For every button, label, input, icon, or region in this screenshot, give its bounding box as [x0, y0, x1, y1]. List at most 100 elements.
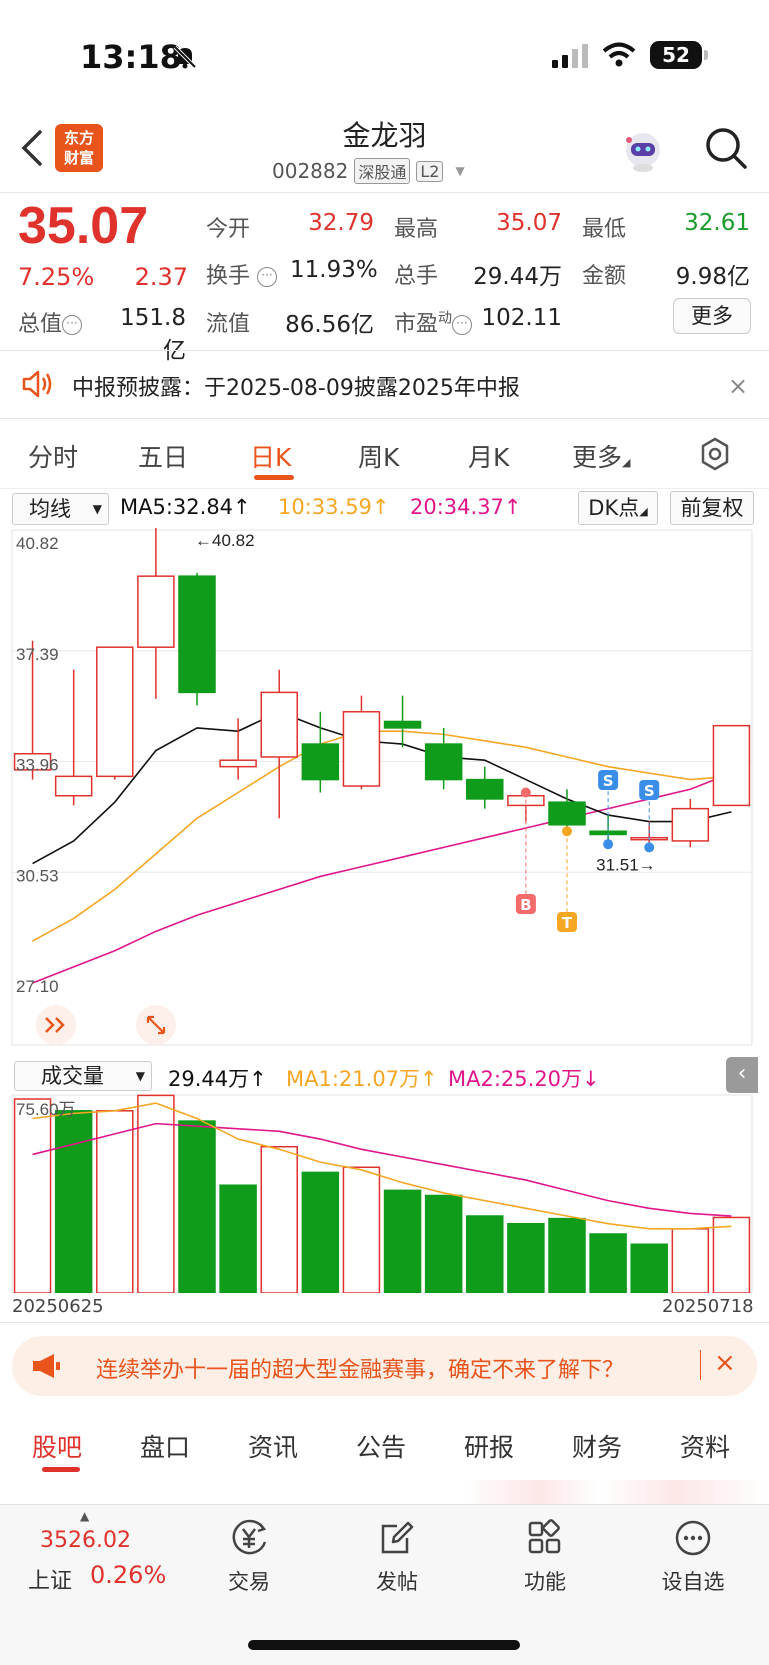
info-dots-icon[interactable]: ··· [257, 267, 278, 287]
divider [0, 350, 769, 351]
ma20-line [32, 772, 732, 984]
yen-circle-icon [232, 1519, 267, 1555]
take-signal-dot [562, 826, 572, 837]
tab-finance[interactable]: 财务 [572, 1428, 622, 1464]
volume-bar [178, 1120, 216, 1293]
float-value: 86.56亿 [285, 312, 374, 338]
stock-code-row[interactable]: 002882 深股通 L2 ▼ [272, 158, 465, 184]
dk-point-select[interactable]: DK点◢ [578, 491, 658, 525]
volume-bar [589, 1233, 627, 1293]
robot-assistant-icon[interactable] [620, 128, 666, 174]
nav-functions-label: 功能 [524, 1570, 566, 1594]
candle-body [342, 711, 381, 787]
legend-ma20: 20:34.37↑ [410, 495, 522, 519]
legend-ma10: 10:33.59↑ [278, 495, 390, 519]
edit-icon [381, 1521, 414, 1554]
candle-body [671, 807, 710, 842]
y-tick-label: 37.39 [16, 645, 59, 664]
turnover-label: 换手 ··· [206, 258, 278, 290]
divider [0, 192, 769, 193]
tab-pankou[interactable]: 盘口 [140, 1428, 190, 1464]
low-value: 32.61 [684, 210, 750, 236]
low-label: 最低 [582, 217, 627, 242]
info-dots-icon[interactable]: ··· [452, 315, 473, 335]
volume-bar [466, 1215, 504, 1293]
tab-five-day[interactable]: 五日 [138, 438, 188, 474]
sell-signal-dot [644, 842, 655, 853]
nav-functions[interactable]: 功能 [500, 1518, 590, 1596]
info-dots-icon[interactable]: ··· [62, 315, 83, 335]
tab-news[interactable]: 资讯 [248, 1428, 298, 1464]
apps-grid-icon [528, 1519, 561, 1554]
tab-underline [254, 475, 294, 480]
tag-shenguotong: 深股通 [354, 158, 411, 184]
ma10-line [32, 730, 732, 942]
search-icon[interactable] [704, 126, 748, 170]
tab-day-k[interactable]: 日K [250, 438, 291, 474]
open-value: 32.79 [308, 210, 374, 236]
speaker-icon [22, 370, 52, 398]
notice-close-icon[interactable]: × [728, 372, 748, 400]
candle-body [301, 743, 340, 781]
content-tab-underline [42, 1467, 80, 1472]
nav-post-label: 发帖 [376, 1570, 418, 1594]
volume-chart[interactable]: 75.60万 [0, 1093, 769, 1293]
candle-body [712, 724, 751, 807]
index-percent[interactable]: 0.26% [90, 1561, 166, 1589]
nav-watchlist-label: 设自选 [661, 1570, 725, 1594]
amount-label: 金额 [582, 264, 627, 289]
tab-announcements[interactable]: 公告 [356, 1428, 406, 1464]
promo-close-icon[interactable]: × [714, 1348, 736, 1378]
nav-trade[interactable]: 交易 [204, 1518, 294, 1596]
more-circle-icon [675, 1520, 711, 1556]
candle-body [137, 575, 175, 648]
gear-icon[interactable] [698, 437, 732, 471]
volume-bar [548, 1217, 586, 1293]
tab-more[interactable]: 更多◢ [572, 438, 630, 474]
tab-research[interactable]: 研报 [464, 1428, 514, 1464]
status-time: 13:18 [80, 38, 182, 76]
tab-profile[interactable]: 资料 [680, 1428, 730, 1464]
divider [0, 1322, 769, 1323]
volume-bar [260, 1145, 298, 1293]
caret-icon: ◢ [639, 505, 648, 518]
caret-down-icon: ▼ [92, 502, 102, 516]
volume-indicator-select[interactable]: 成交量 ▼ [14, 1061, 152, 1091]
tab-month-k[interactable]: 月K [468, 438, 509, 474]
index-name[interactable]: 上证 [28, 1563, 72, 1595]
index-expand-icon[interactable]: ▲ [80, 1509, 89, 1523]
sell-signal-label: S [603, 772, 614, 790]
volume-bar [219, 1184, 257, 1293]
adjust-button[interactable]: 前复权 [670, 491, 754, 525]
low-annotation: 31.51→ [596, 856, 656, 875]
amount-value: 9.98亿 [675, 264, 750, 290]
tab-week-k[interactable]: 周K [358, 438, 399, 474]
content-preview-strip [0, 1480, 769, 1504]
tab-guba[interactable]: 股吧 [32, 1428, 82, 1464]
caret-down-icon: ▼ [455, 164, 465, 178]
nav-post[interactable]: 发帖 [352, 1518, 442, 1596]
volume-bar [54, 1110, 93, 1293]
notice-text[interactable]: 中报预披露：于2025-08-09披露2025年中报 [72, 370, 520, 402]
collapse-side-panel-button[interactable]: ‹ [726, 1057, 758, 1093]
ma-select[interactable]: 均线 ▼ [12, 493, 109, 525]
kline-chart[interactable]: ←40.82 31.51→ B T S S 40.82 37.39 33.96 30.53 27.… [0, 528, 769, 1058]
nav-watchlist-settings[interactable]: 设自选 [648, 1518, 738, 1596]
promo-text[interactable]: 连续举办十一届的超大型金融赛事，确定不来了解下？ [96, 1352, 624, 1384]
sell-signal-label: S [644, 782, 655, 800]
buy-signal-dot [520, 787, 531, 798]
more-button[interactable]: 更多 [673, 298, 751, 334]
current-price: 35.07 [18, 197, 149, 255]
open-label: 今开 [206, 217, 251, 242]
battery-indicator: 52 [650, 41, 702, 69]
high-value: 35.07 [496, 210, 562, 236]
sell-signal-dot [603, 839, 614, 850]
index-value[interactable]: 3526.02 [40, 1528, 131, 1553]
candle-body [178, 575, 216, 694]
volume-bar [424, 1194, 463, 1293]
double-chevron-icon [36, 1005, 76, 1045]
tab-intraday[interactable]: 分时 [28, 438, 78, 474]
promo-separator [700, 1350, 701, 1380]
candle-body [383, 720, 422, 729]
buy-signal-label: B [520, 896, 531, 914]
